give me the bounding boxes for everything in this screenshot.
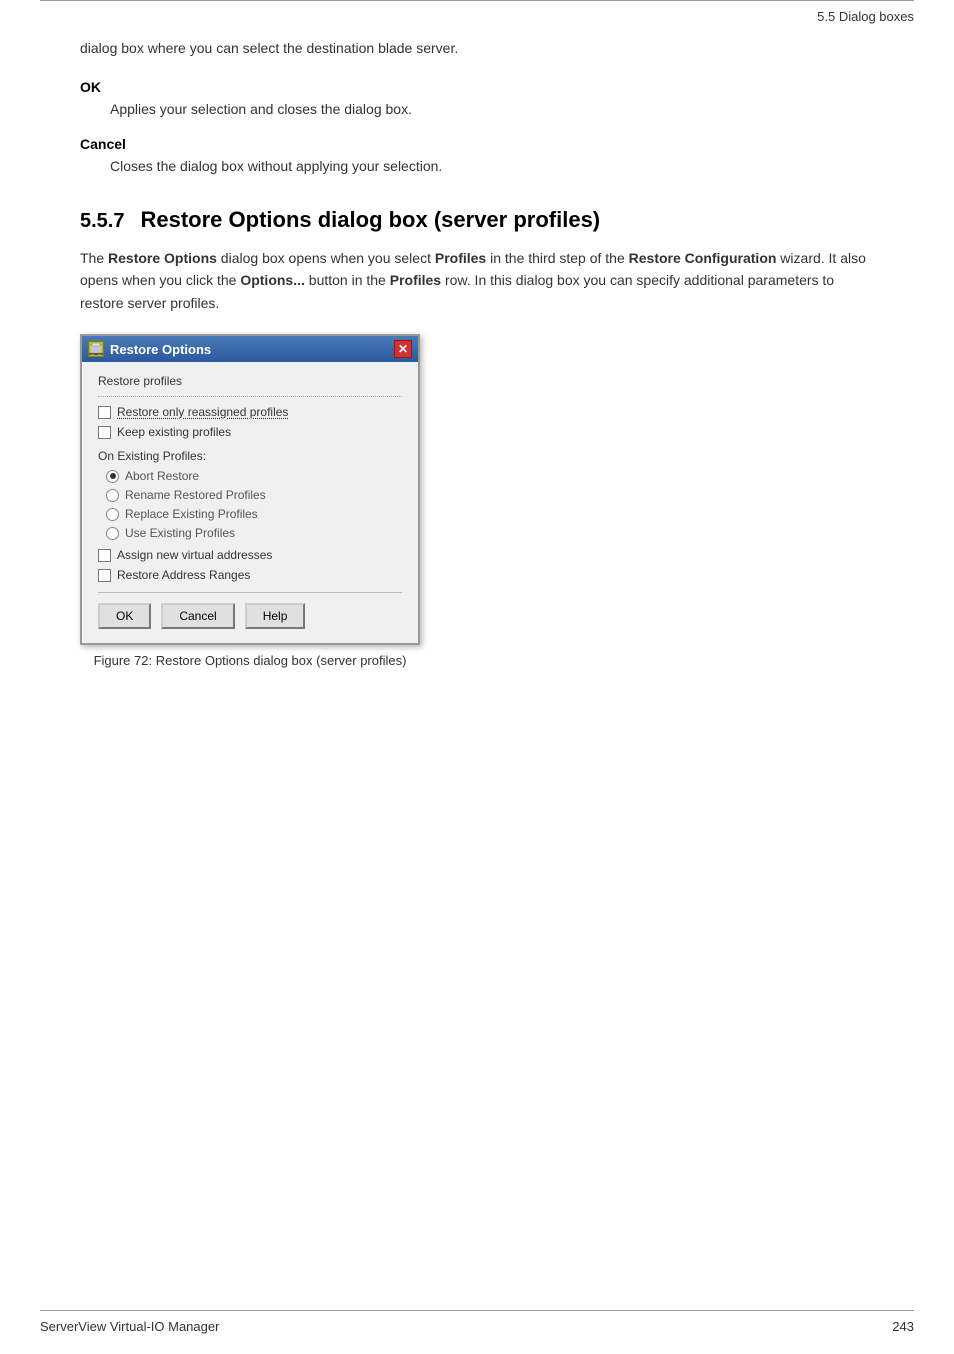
on-existing-profiles-label: On Existing Profiles: (98, 449, 402, 463)
checkbox-keep-existing[interactable]: Keep existing profiles (98, 425, 402, 439)
dialog-divider1 (98, 396, 402, 397)
restore-options-dialog: Restore Options ✕ Restore profiles Resto… (80, 334, 420, 645)
section-number: 5.5.7 (80, 210, 124, 233)
bold-restore-options: Restore Options (108, 250, 217, 266)
cancel-desc: Closes the dialog box without applying y… (110, 156, 874, 177)
radio-abort-restore[interactable]: Abort Restore (106, 469, 402, 483)
checkbox-keep-existing-box[interactable] (98, 426, 111, 439)
section-heading: 5.5.7 Restore Options dialog box (server… (80, 207, 874, 233)
ok-desc: Applies your selection and closes the di… (110, 99, 874, 120)
dialog-bottom-divider (98, 592, 402, 593)
bold-profiles2: Profiles (390, 272, 441, 288)
footer-content: ServerView Virtual-IO Manager 243 (40, 1319, 914, 1334)
footer-rule (40, 1310, 914, 1311)
checkbox-assign-virtual-label: Assign new virtual addresses (117, 548, 272, 562)
radio-abort-restore-dot (110, 473, 116, 479)
dialog-buttons: OK Cancel Help (98, 603, 402, 633)
section-title: Restore Options dialog box (server profi… (140, 207, 600, 233)
dialog-app-icon (88, 341, 104, 357)
header-section-label: 5.5 Dialog boxes (817, 9, 914, 24)
footer-left: ServerView Virtual-IO Manager (40, 1319, 219, 1334)
cancel-button[interactable]: Cancel (161, 603, 234, 629)
dialog-titlebar: Restore Options ✕ (82, 336, 418, 362)
bold-profiles: Profiles (435, 250, 486, 266)
footer-right: 243 (892, 1319, 914, 1334)
radio-rename-restored-label: Rename Restored Profiles (125, 488, 266, 502)
cancel-term: Cancel (80, 136, 874, 152)
checkbox-restore-only[interactable]: Restore only reassigned profiles (98, 405, 402, 419)
checkbox-restore-ranges-label: Restore Address Ranges (117, 568, 250, 582)
radio-use-existing[interactable]: Use Existing Profiles (106, 526, 402, 540)
help-button[interactable]: Help (245, 603, 306, 629)
dialog-wrapper: Restore Options ✕ Restore profiles Resto… (80, 334, 874, 668)
checkbox-restore-only-label: Restore only reassigned profiles (117, 405, 288, 419)
main-content: dialog box where you can select the dest… (0, 28, 954, 708)
radio-rename-restored-circle[interactable] (106, 489, 119, 502)
ok-button[interactable]: OK (98, 603, 151, 629)
figure-caption: Figure 72: Restore Options dialog box (s… (80, 653, 420, 668)
section-desc: The Restore Options dialog box opens whe… (80, 247, 874, 314)
dialog-close-button[interactable]: ✕ (394, 340, 412, 358)
radio-use-existing-label: Use Existing Profiles (125, 526, 235, 540)
bold-restore-config: Restore Configuration (629, 250, 777, 266)
checkbox-restore-ranges-box[interactable] (98, 569, 111, 582)
restore-profiles-label: Restore profiles (98, 374, 402, 388)
radio-rename-restored[interactable]: Rename Restored Profiles (106, 488, 402, 502)
checkbox-keep-existing-label: Keep existing profiles (117, 425, 231, 439)
close-icon: ✕ (398, 342, 408, 356)
checkbox-assign-virtual[interactable]: Assign new virtual addresses (98, 548, 402, 562)
radio-replace-existing-circle[interactable] (106, 508, 119, 521)
titlebar-left: Restore Options (88, 341, 211, 357)
radio-replace-existing-label: Replace Existing Profiles (125, 507, 258, 521)
intro-text: dialog box where you can select the dest… (80, 38, 874, 59)
page: 5.5 Dialog boxes dialog box where you ca… (0, 0, 954, 1354)
dialog-title: Restore Options (110, 342, 211, 357)
footer: ServerView Virtual-IO Manager 243 (0, 1310, 954, 1334)
radio-abort-restore-label: Abort Restore (125, 469, 199, 483)
radio-abort-restore-circle[interactable] (106, 470, 119, 483)
radio-use-existing-circle[interactable] (106, 527, 119, 540)
checkbox-restore-ranges[interactable]: Restore Address Ranges (98, 568, 402, 582)
ok-term: OK (80, 79, 874, 95)
radio-replace-existing[interactable]: Replace Existing Profiles (106, 507, 402, 521)
header-section: 5.5 Dialog boxes (0, 1, 954, 28)
dialog-body: Restore profiles Restore only reassigned… (82, 362, 418, 643)
bold-options: Options... (240, 272, 305, 288)
checkbox-restore-only-box[interactable] (98, 406, 111, 419)
checkbox-assign-virtual-box[interactable] (98, 549, 111, 562)
